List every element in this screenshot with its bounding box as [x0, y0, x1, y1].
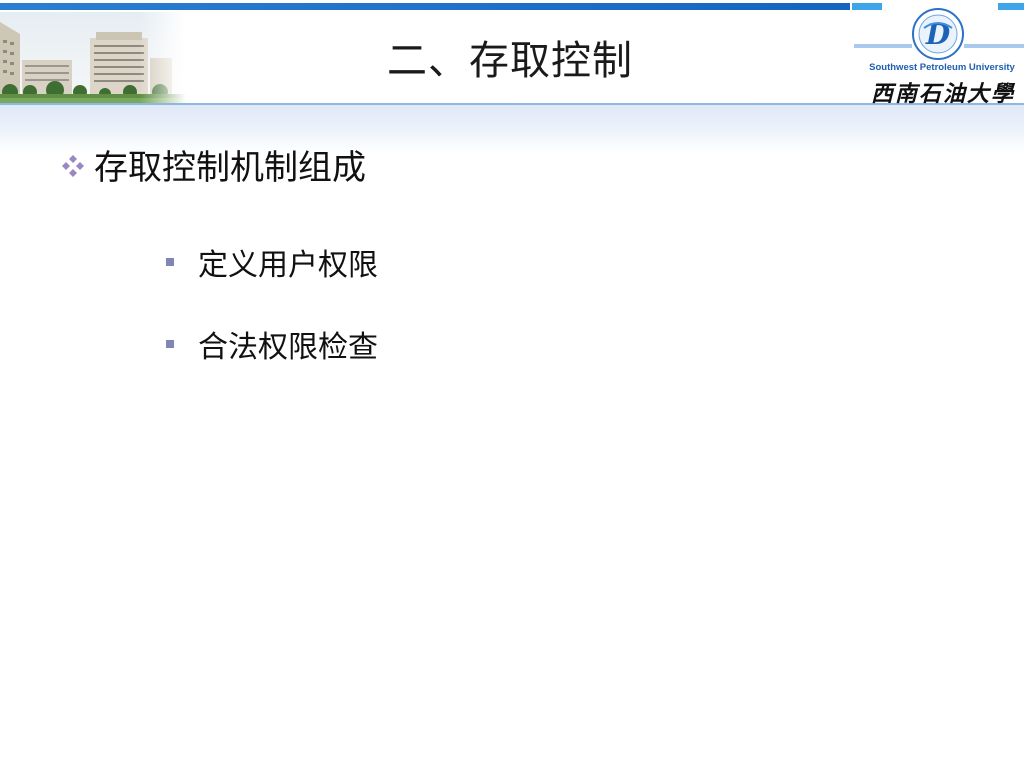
university-english-name: Southwest Petroleum University	[869, 62, 1015, 73]
square-bullet-icon	[166, 258, 174, 266]
university-emblem-icon: D	[854, 8, 1024, 60]
university-logo: D Southwest Petroleum University 西南石油大學	[852, 8, 1024, 107]
sub-bullet-text: 定义用户权限	[198, 248, 378, 283]
sub-bullet-text: 合法权限检查	[198, 330, 378, 365]
square-bullet-icon	[166, 340, 174, 348]
sub-bullet-item: 定义用户权限	[166, 240, 378, 284]
slide-title: 二、存取控制	[387, 38, 633, 84]
main-bullet-item: 存取控制机制组成	[60, 140, 366, 189]
university-chinese-name: 西南石油大學	[870, 81, 1015, 107]
four-diamond-bullet-icon	[62, 154, 84, 177]
main-bullet-text: 存取控制机制组成	[94, 148, 366, 188]
sub-bullet-item: 合法权限检查	[166, 322, 378, 366]
campus-photo	[0, 12, 186, 104]
